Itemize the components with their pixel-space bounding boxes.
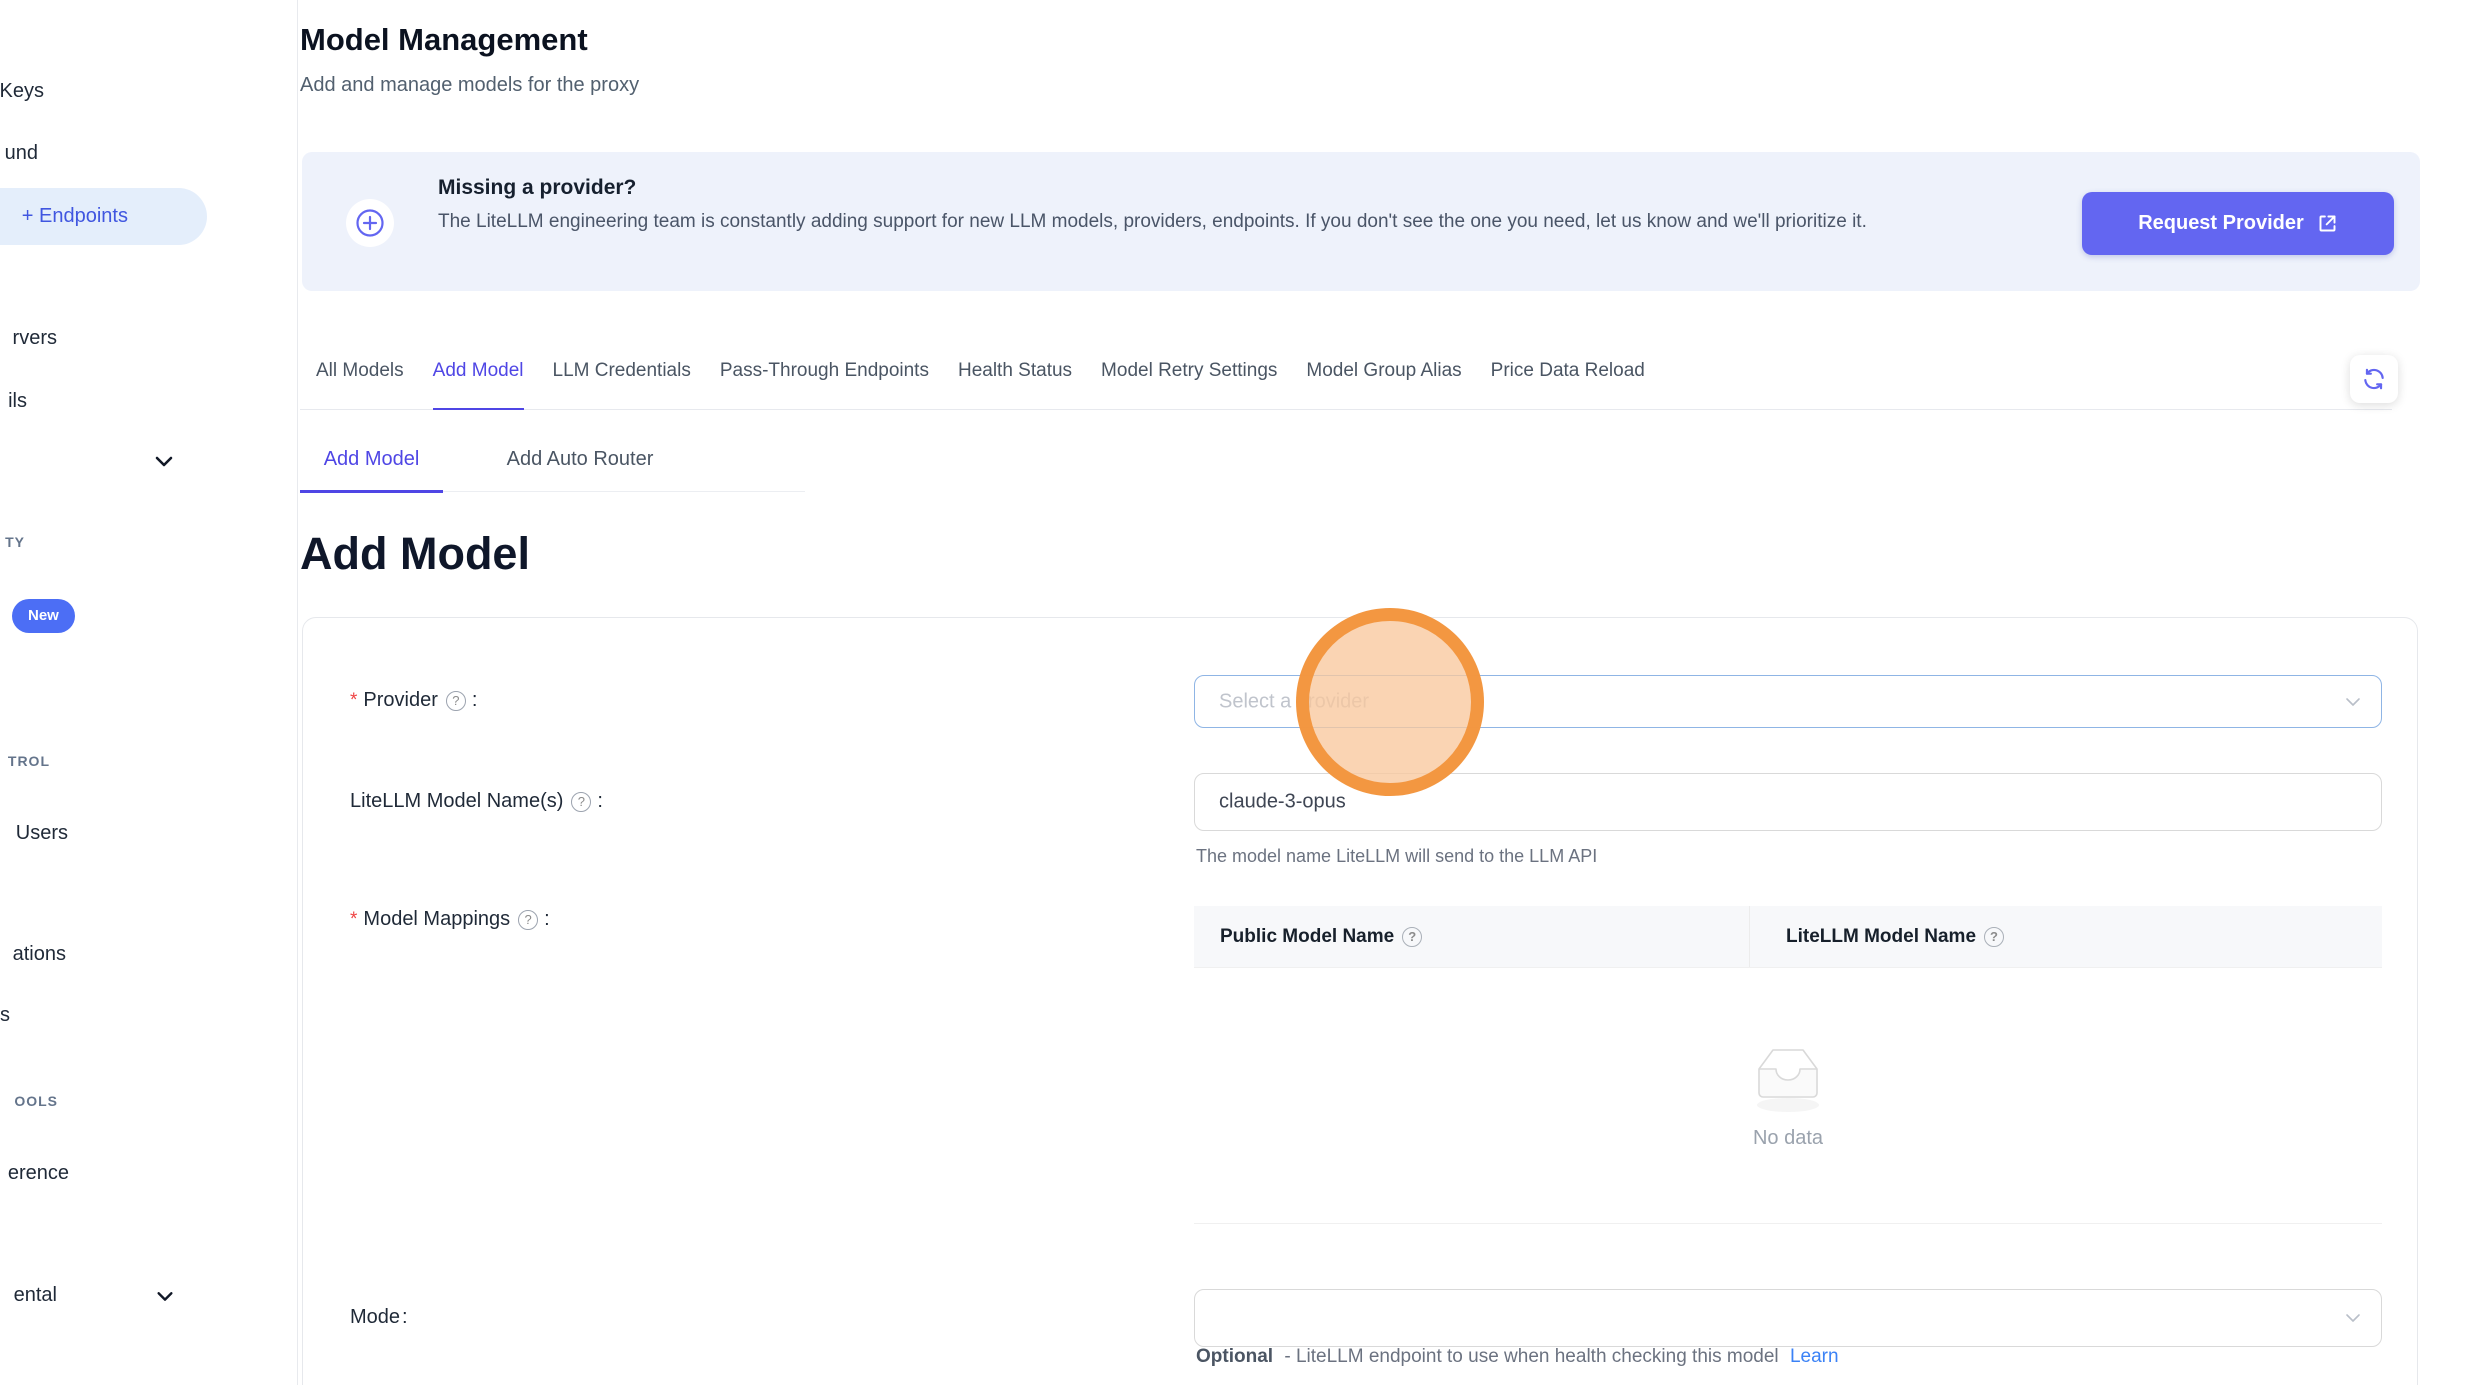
banner-body: The LiteLLM engineering team is constant… [438,208,2068,236]
label-colon: : [544,908,550,931]
no-data-text: No data [1753,1127,1823,1150]
sidebar-section-access-control: TROL [8,753,50,769]
help-question-icon[interactable]: ? [1402,927,1422,947]
provider-label: * Provider ? : [350,689,477,712]
table-empty-state: No data [1194,968,2382,1224]
sidebar-item-guardrails[interactable]: ils [8,390,27,413]
sidebar-item-organizations[interactable]: ations [13,943,66,966]
label-colon: : [402,1306,408,1329]
model-name-label: LiteLLM Model Name(s) ? : [350,790,603,813]
tab-model-group-alias[interactable]: Model Group Alias [1306,360,1461,409]
add-model-form-card: * Provider ? : Select a provider LiteLLM… [302,617,2418,1385]
tab-price-data-reload[interactable]: Price Data Reload [1491,360,1645,409]
sidebar-item-reference[interactable]: erence [8,1162,69,1185]
page-subtitle: Add and manage models for the proxy [300,74,639,97]
request-provider-label: Request Provider [2138,212,2304,235]
label-colon: : [597,790,603,813]
new-badge[interactable]: New [12,599,75,633]
mode-label: Mode : [350,1306,408,1329]
chevron-down-icon [2345,1310,2361,1326]
sidebar-item-models-endpoints-active[interactable]: + Endpoints [0,188,207,245]
model-mappings-label: * Model Mappings ? : [350,908,550,931]
learn-more-link[interactable]: Learn [1790,1346,1839,1367]
tab-model-retry-settings[interactable]: Model Retry Settings [1101,360,1277,409]
sidebar-item-servers[interactable]: rvers [13,327,57,350]
help-question-icon[interactable]: ? [446,691,466,711]
subtab-add-auto-router[interactable]: Add Auto Router [465,440,695,491]
subtab-add-model[interactable]: Add Model [300,440,443,493]
missing-provider-banner: Missing a provider? The LiteLLM engineer… [302,152,2420,291]
add-model-subtabs: Add Model Add Auto Router [300,440,805,492]
tab-llm-credentials[interactable]: LLM Credentials [553,360,691,409]
tab-all-models[interactable]: All Models [316,360,404,409]
provider-select-placeholder: Select a provider [1219,690,1369,713]
tab-pass-through-endpoints[interactable]: Pass-Through Endpoints [720,360,929,409]
model-name-help: The model name LiteLLM will send to the … [1196,846,1597,867]
sidebar-item-keys[interactable]: Keys [0,80,44,103]
plus-circle-icon [346,199,394,247]
tab-health-status[interactable]: Health Status [958,360,1072,409]
external-link-icon [2317,213,2338,234]
tab-add-model[interactable]: Add Model [433,360,524,410]
refresh-icon [2361,366,2387,392]
refresh-button[interactable] [2350,355,2398,403]
chevron-down-icon [2345,694,2361,710]
sidebar-section-observability: TY [5,534,25,550]
banner-title: Missing a provider? [438,176,636,200]
column-header-public-model-name: Public Model Name ? [1194,906,1750,967]
column-header-litellm-model-name: LiteLLM Model Name ? [1750,906,2382,967]
sidebar-item-users[interactable]: Users [16,822,68,845]
mode-help-optional: Optional [1196,1346,1273,1367]
sidebar: Keys und + Endpoints rvers ils TY New TR… [0,0,298,1385]
mode-select[interactable] [1194,1289,2382,1347]
model-mappings-label-text: Model Mappings [363,908,510,931]
mode-help: Optional - LiteLLM endpoint to use when … [1196,1346,1839,1368]
add-model-heading: Add Model [300,528,530,580]
sidebar-item-playground[interactable]: und [5,142,38,165]
empty-inbox-icon [1746,1041,1830,1115]
mode-help-text: - LiteLLM endpoint to use when health ch… [1284,1346,1778,1367]
model-name-input[interactable]: claude-3-opus [1194,773,2382,831]
model-name-label-text: LiteLLM Model Name(s) [350,790,563,813]
provider-select[interactable]: Select a provider [1194,675,2382,728]
help-question-icon[interactable]: ? [571,792,591,812]
provider-label-text: Provider [363,689,437,712]
required-asterisk: * [350,690,357,712]
sidebar-item-experimental[interactable]: ental [14,1284,57,1307]
model-tabs: All Models Add Model LLM Credentials Pas… [300,360,2392,410]
chevron-down-icon[interactable] [155,1286,177,1308]
sidebar-item-teams[interactable]: s [0,1004,10,1027]
page: Keys und + Endpoints rvers ils TY New TR… [0,0,2477,1385]
column-header-text: LiteLLM Model Name [1786,926,1976,948]
column-header-text: Public Model Name [1220,926,1394,948]
model-name-value: claude-3-opus [1219,791,1346,814]
request-provider-button[interactable]: Request Provider [2082,192,2394,255]
page-title: Model Management [300,22,588,58]
required-asterisk: * [350,909,357,931]
sidebar-section-tools: OOLS [14,1093,58,1109]
help-question-icon[interactable]: ? [518,910,538,930]
chevron-down-icon[interactable] [153,450,175,472]
help-question-icon[interactable]: ? [1984,927,2004,947]
model-mappings-table: Public Model Name ? LiteLLM Model Name ?… [1194,906,2382,1224]
label-colon: : [472,689,478,712]
mode-label-text: Mode [350,1306,400,1329]
table-header-row: Public Model Name ? LiteLLM Model Name ? [1194,906,2382,968]
